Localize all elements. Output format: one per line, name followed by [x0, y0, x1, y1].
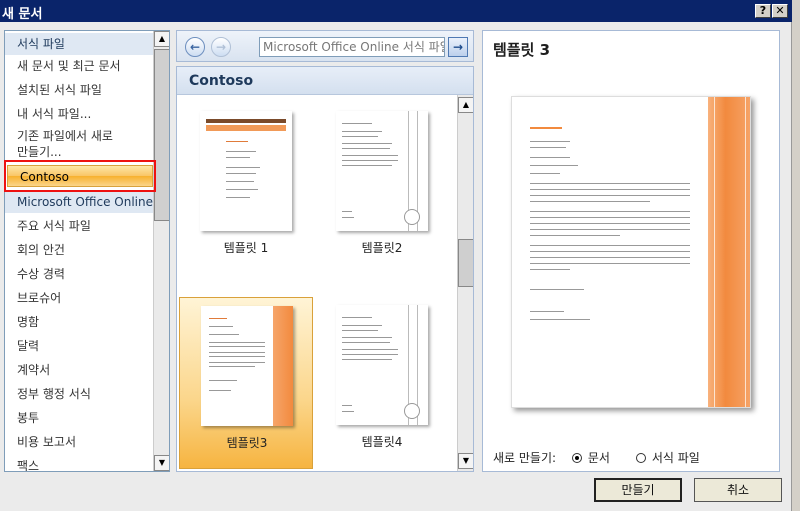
sidebar-item-fax[interactable]: 팩스: [5, 455, 155, 471]
cancel-button[interactable]: 취소: [694, 478, 782, 502]
template-3-preview: [201, 306, 293, 426]
sidebar-item-my-templates[interactable]: 내 서식 파일...: [5, 103, 155, 125]
sidebar-item-brochure[interactable]: 브로슈어: [5, 287, 155, 309]
sidebar-item-agenda[interactable]: 회의 안건: [5, 239, 155, 261]
online-search-bar: ← → Microsoft Office Online 서식 파일 →: [176, 30, 474, 62]
template-thumbnail-1[interactable]: 템플릿 1: [179, 103, 313, 275]
template-4-label: 템플릿4: [361, 435, 403, 449]
window-title: 새 문서: [2, 7, 43, 22]
search-go-icon[interactable]: →: [448, 37, 468, 57]
sidebar-item-recent[interactable]: 새 문서 및 최근 문서: [5, 55, 155, 77]
preview-pane: 템플릿 3 새로 만들기: 문서 서식 파일: [482, 30, 780, 472]
create-new-label: 새로 만들기:: [493, 451, 557, 465]
sidebar-item-featured[interactable]: 주요 서식 파일: [5, 215, 155, 237]
create-new-options: 새로 만들기: 문서 서식 파일: [493, 449, 700, 466]
search-input[interactable]: Microsoft Office Online 서식 파일: [259, 37, 445, 57]
template-gallery: Contoso 템플릿 1 템플릿2 템플릿3 템플릿4 ▲ ▼: [176, 66, 474, 472]
sidebar-item-business-card[interactable]: 명함: [5, 311, 155, 333]
template-1-preview: [200, 111, 292, 231]
gallery-category-title: Contoso: [177, 67, 473, 95]
sidebar-item-expense[interactable]: 비용 보고서: [5, 431, 155, 453]
title-bar: 새 문서 ? ✕: [0, 0, 792, 22]
sidebar-scrollbar[interactable]: ▲ ▼: [153, 31, 169, 471]
create-button[interactable]: 만들기: [594, 478, 682, 502]
scroll-up-icon[interactable]: ▲: [458, 97, 473, 113]
gallery-scrollbar[interactable]: ▲ ▼: [457, 95, 473, 471]
document-radio[interactable]: [571, 453, 582, 463]
highlight-box: [4, 160, 156, 192]
template-2-label: 템플릿2: [361, 241, 403, 255]
sidebar-item-awards[interactable]: 수상 경력: [5, 263, 155, 285]
template-thumbnail-4[interactable]: 템플릿4: [315, 297, 449, 469]
back-arrow-icon[interactable]: ←: [185, 37, 205, 57]
template-1-label: 템플릿 1: [223, 241, 269, 255]
scroll-down-icon[interactable]: ▼: [458, 453, 473, 469]
template-thumbnail-3[interactable]: 템플릿3: [179, 297, 313, 469]
sidebar-item-government[interactable]: 정부 행정 서식: [5, 383, 155, 405]
preview-title: 템플릿 3: [493, 41, 551, 59]
preview-document: [511, 96, 751, 408]
template-radio-label[interactable]: 서식 파일: [652, 451, 700, 465]
sidebar-header-templates: 서식 파일: [5, 33, 155, 55]
sidebar-item-contract[interactable]: 계약서: [5, 359, 155, 381]
sidebar-item-calendar[interactable]: 달력: [5, 335, 155, 357]
category-list: 서식 파일 새 문서 및 최근 문서 설치된 서식 파일 내 서식 파일... …: [4, 30, 170, 472]
scroll-down-icon[interactable]: ▼: [154, 455, 169, 471]
template-2-preview: [336, 111, 428, 231]
scroll-thumb[interactable]: [154, 49, 169, 221]
sidebar-header-online: Microsoft Office Online: [5, 191, 155, 213]
template-3-label: 템플릿3: [226, 436, 268, 450]
scroll-up-icon[interactable]: ▲: [154, 31, 169, 47]
close-button[interactable]: ✕: [772, 4, 788, 18]
document-radio-label[interactable]: 문서: [588, 451, 610, 465]
template-thumbnail-2[interactable]: 템플릿2: [315, 103, 449, 275]
template-radio[interactable]: [635, 453, 646, 463]
template-4-preview: [336, 305, 428, 425]
sidebar-item-installed[interactable]: 설치된 서식 파일: [5, 79, 155, 101]
scroll-thumb[interactable]: [458, 239, 473, 287]
forward-arrow-icon[interactable]: →: [211, 37, 231, 57]
sidebar-item-envelope[interactable]: 봉투: [5, 407, 155, 429]
help-button[interactable]: ?: [755, 4, 771, 18]
